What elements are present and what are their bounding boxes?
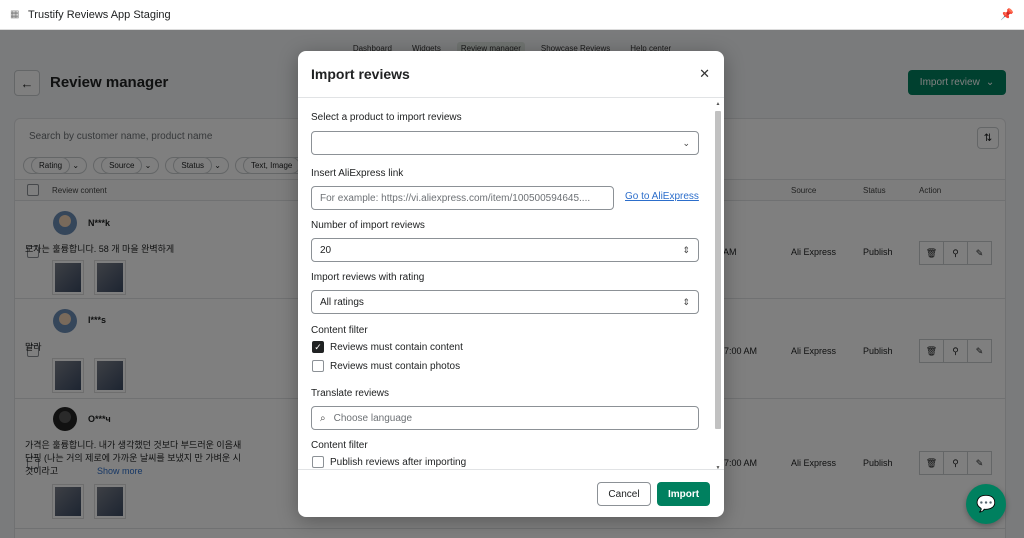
ali-link-label: Insert AliExpress link bbox=[311, 168, 404, 179]
chevron-updown-icon: ⇕ bbox=[682, 296, 690, 307]
modal-header: Import reviews ✕ bbox=[298, 51, 724, 98]
scroll-up-icon[interactable]: ▲ bbox=[715, 101, 721, 107]
count-label: Number of import reviews bbox=[311, 220, 425, 231]
must-photos-checkbox[interactable] bbox=[312, 360, 324, 372]
modal-footer: Cancel Import bbox=[298, 469, 724, 517]
content-filter-label: Content filter bbox=[311, 325, 368, 336]
publish-after-checkbox[interactable] bbox=[312, 456, 324, 468]
language-placeholder: Choose language bbox=[333, 412, 413, 424]
language-search-input[interactable]: ⌕ Choose language bbox=[311, 406, 699, 430]
must-photos-label: Reviews must contain photos bbox=[330, 361, 461, 372]
app-bar: ▦ Trustify Reviews App Staging 📌 bbox=[0, 0, 1024, 30]
chevron-updown-icon: ⇕ bbox=[682, 244, 690, 255]
chat-icon: 💬 bbox=[976, 496, 996, 513]
count-value: 20 bbox=[320, 244, 332, 256]
rating-select[interactable]: All ratings ⇕ bbox=[311, 290, 699, 314]
cancel-button[interactable]: Cancel bbox=[597, 482, 651, 506]
publish-after-label: Publish reviews after importing bbox=[330, 457, 467, 468]
chevron-down-icon: ⌄ bbox=[682, 137, 690, 148]
import-reviews-modal: Import reviews ✕ Select a product to imp… bbox=[298, 51, 724, 517]
product-select[interactable]: ⌄ bbox=[311, 131, 699, 155]
must-content-label: Reviews must contain content bbox=[330, 342, 463, 353]
rating-value: All ratings bbox=[320, 296, 364, 308]
search-icon: ⌕ bbox=[320, 412, 326, 424]
content-filter-label-2: Content filter bbox=[311, 440, 368, 451]
modal-title: Import reviews bbox=[311, 66, 410, 82]
app-title: Trustify Reviews App Staging bbox=[28, 8, 171, 21]
chat-button[interactable]: 💬 bbox=[966, 484, 1006, 524]
scrollbar-thumb[interactable] bbox=[715, 111, 721, 429]
count-stepper[interactable]: 20 ⇕ bbox=[311, 238, 699, 262]
app-icon: ▦ bbox=[10, 8, 20, 20]
product-label: Select a product to import reviews bbox=[311, 112, 462, 123]
modal-body: Select a product to import reviews ⌄ Ins… bbox=[298, 98, 724, 468]
pin-icon[interactable]: 📌 bbox=[1000, 8, 1014, 21]
rating-label: Import reviews with rating bbox=[311, 272, 425, 283]
go-to-aliexpress-link[interactable]: Go to AliExpress bbox=[625, 191, 699, 202]
ali-link-placeholder: For example: https://vi.aliexpress.com/i… bbox=[320, 192, 591, 204]
close-icon[interactable]: ✕ bbox=[699, 66, 710, 82]
import-button[interactable]: Import bbox=[657, 482, 710, 506]
ali-link-input[interactable]: For example: https://vi.aliexpress.com/i… bbox=[311, 186, 614, 210]
translate-label: Translate reviews bbox=[311, 388, 389, 399]
must-content-checkbox[interactable]: ✓ bbox=[312, 341, 324, 353]
modal-scrollbar[interactable]: ▲ ▼ bbox=[715, 101, 721, 471]
